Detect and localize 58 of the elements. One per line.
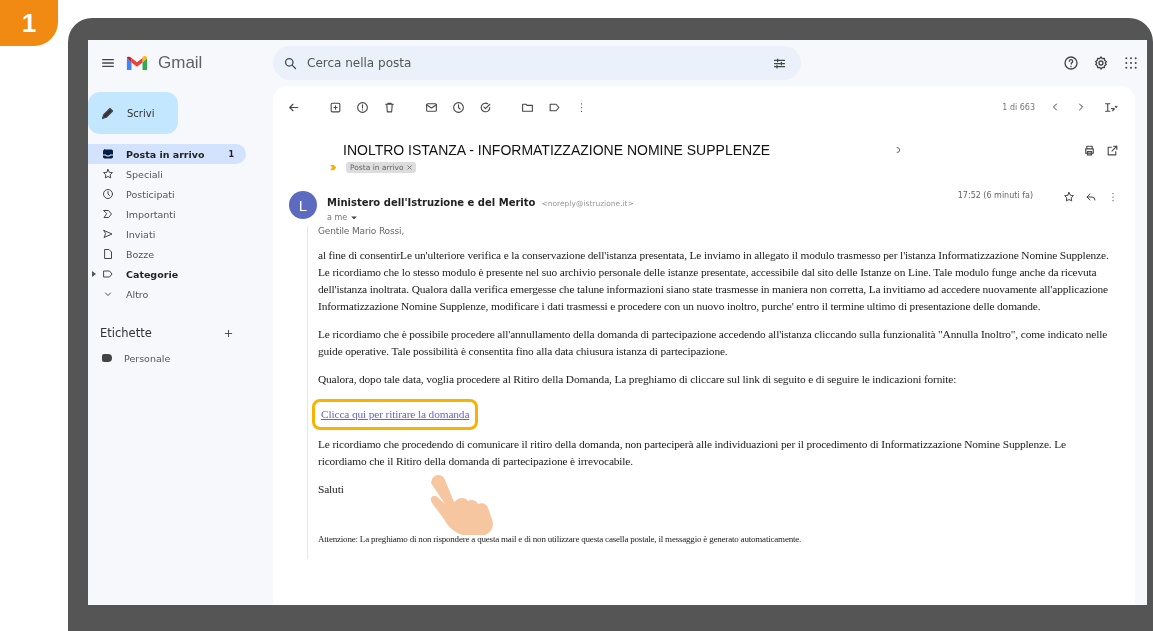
sidebar-item[interactable]: Posta in arrivo 1	[88, 144, 246, 164]
remove-label-icon[interactable]	[406, 165, 412, 170]
email-subject: INOLTRO ISTANZA - INFORMATIZZAZIONE NOMINE SUPPLENZE	[343, 142, 772, 158]
sidebar-item[interactable]: Altro	[88, 284, 246, 304]
important-icon	[102, 208, 114, 220]
reply-icon[interactable]	[1085, 191, 1097, 203]
body-paragraph: al fine di consentirLe un'ulteriore verifica e la conservazione dell'istanza presentata, Le inviamo in allegato il modulo trasmesso per l'istanza Informatizzazione Nomine Supplenze. Le ricordiamo che lo stesso modulo è presente nel suo archivio personale delle istanze presentate, accessibile dal sito delle Istanze on Line. Tale modulo funge anche da ricevuta dell'istanza inoltrata. Qualora dalla verifica emergesse che talune informazioni siano state trasmesse in maniera non corretta, La invitiamo ad accedere nuovamente all'applicazione Informatizzazione Nomine Supplenze, modificare i dati trasmessi e procedere con un nuovo inoltro, purche' entro il termine ultimo di presentazione delle domande.	[318, 248, 1110, 314]
recipient-text: a me	[327, 213, 348, 222]
app-name: Gmail	[158, 53, 203, 73]
pencil-icon	[100, 105, 115, 121]
sidebar-item[interactable]: Posticipati	[88, 184, 246, 204]
inbox-icon	[102, 148, 114, 160]
sender-avatar: L	[289, 191, 317, 219]
filter-options-icon[interactable]	[772, 56, 787, 71]
search-field[interactable]: Cerca nella posta	[273, 46, 801, 80]
star-icon	[102, 168, 114, 180]
pagination-count: 1 di 663	[1002, 102, 1035, 112]
search-icon[interactable]	[283, 56, 298, 71]
importance-marker-icon	[329, 163, 338, 172]
sidebar-label-item[interactable]: Personale	[88, 348, 246, 368]
trash-icon[interactable]	[383, 100, 396, 114]
dropdown-caret-icon[interactable]	[350, 213, 359, 222]
archive-icon[interactable]	[329, 100, 342, 114]
help-icon[interactable]	[1063, 55, 1079, 71]
greeting-text: Gentile Mario Rossi,	[318, 226, 406, 236]
sidebar-item[interactable]: Importanti	[88, 204, 246, 224]
envelope-icon[interactable]	[425, 100, 438, 114]
settings-icon[interactable]	[1093, 55, 1109, 71]
add-label-icon[interactable]	[223, 327, 234, 339]
sidebar-item[interactable]: Speciali	[88, 164, 246, 184]
body-paragraph: Le ricordiamo che è possibile procedere all'annullamento della domanda di partecipazione accedendo all'istanza cliccando sulla funzionalità "Annulla Inoltro", come indicato nelle guide operative. Tale possibilità è consentita fino alla data chiusura istanza di partecipazione.	[318, 327, 1109, 359]
apps-grid-icon[interactable]	[1123, 55, 1139, 71]
labels-heading: Etichette	[100, 326, 152, 340]
open-new-window-icon[interactable]	[1106, 143, 1119, 157]
step-number-badge: 1	[0, 0, 58, 46]
gmail-logo-icon	[126, 54, 148, 72]
add-task-icon[interactable]	[479, 100, 492, 114]
footer-notice: Attenzione: La preghiamo di non rispondere a questa mail e di non utilizzare questa casella postale, il messaggio è generato automaticamente.	[318, 533, 803, 546]
closing-text: Saluti	[318, 483, 344, 495]
report-icon[interactable]	[356, 100, 369, 114]
clock-icon	[102, 188, 114, 200]
clock-icon[interactable]	[452, 100, 465, 114]
message-time: 17:52 (6 minuti fa)	[957, 191, 1033, 200]
body-paragraph: Le ricordiamo che procedendo di comunicare il ritiro della domanda, non parteciperà alle individuazioni per il procedimento di Informatizzazione Nomine Supplenze. Le ricordiamo che il Ritiro della domanda di partecipazione è irrevocabile.	[318, 437, 1067, 469]
print-icon[interactable]	[1083, 143, 1096, 157]
sidebar-item[interactable]: Categorie	[88, 264, 246, 284]
expand-caret-icon[interactable]	[92, 271, 96, 277]
sidebar-item[interactable]: Inviati	[88, 224, 246, 244]
star-icon[interactable]	[1063, 191, 1075, 203]
body-paragraph: Qualora, dopo tale data, voglia procedere al Ritiro della Domanda, La preghiamo di cliccare sul link di seguito e di seguire le indicazioni fornite:	[318, 372, 958, 387]
withdraw-link[interactable]: Clicca qui per ritirare la domanda	[321, 408, 470, 420]
label-tag-icon	[102, 354, 112, 362]
label-icon	[102, 268, 114, 280]
sidebar-item[interactable]: Bozze	[88, 244, 246, 264]
sender-name: Ministero dell'Istruzione e del Merito	[327, 197, 536, 208]
send-icon	[102, 228, 114, 240]
draft-icon	[102, 248, 114, 260]
compose-button[interactable]: Scrivi	[88, 92, 178, 134]
